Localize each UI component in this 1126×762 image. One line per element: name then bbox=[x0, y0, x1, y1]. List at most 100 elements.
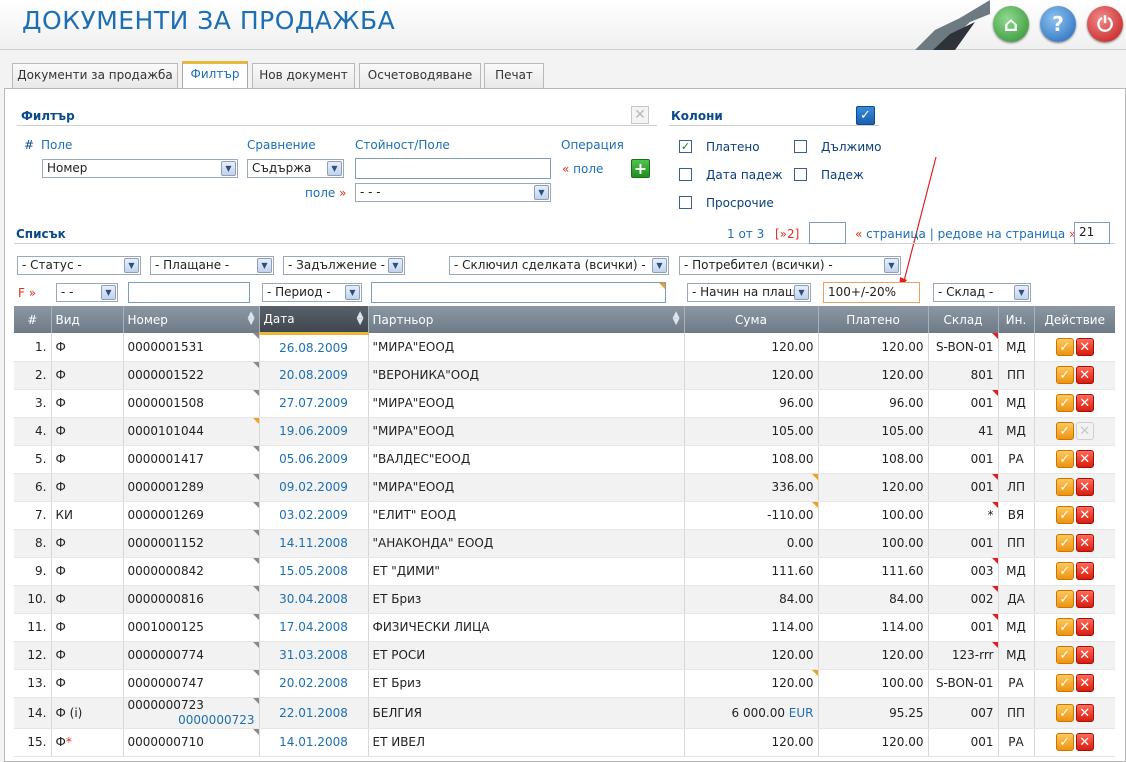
checkbox-maturity[interactable] bbox=[794, 168, 807, 181]
delete-x-icon[interactable]: ✕ bbox=[1075, 590, 1094, 608]
row-date[interactable]: 20.02.2008 bbox=[259, 669, 369, 698]
field-link-2[interactable]: поле » bbox=[305, 186, 346, 200]
table-row[interactable]: 3. Ф 0000001508 27.07.2009 "МИРА"ЕООД 96.00 96… bbox=[14, 389, 1115, 418]
page-number-input[interactable] bbox=[809, 222, 846, 244]
delete-x-icon[interactable]: ✕ bbox=[1075, 618, 1094, 636]
row-date[interactable]: 15.05.2008 bbox=[259, 557, 369, 586]
table-row[interactable]: 8. Ф 0000001152 14.11.2008 "АНАКОНДА" ЕООД 0.… bbox=[14, 529, 1115, 558]
delete-x-icon[interactable]: ✕ bbox=[1075, 337, 1094, 356]
row-number[interactable]: 0000001289 bbox=[123, 473, 260, 502]
row-number[interactable]: 0000001269 bbox=[123, 501, 260, 530]
table-row[interactable]: 10. Ф 0000000816 30.04.2008 ЕТ Бриз 84.00 84.0… bbox=[14, 585, 1115, 614]
liability-select[interactable]: - Задължение - ▼ bbox=[283, 256, 405, 275]
edit-check-icon[interactable]: ✓ bbox=[1055, 506, 1074, 524]
row-number[interactable]: 0000001508 bbox=[123, 389, 260, 418]
edit-check-icon[interactable]: ✓ bbox=[1055, 674, 1074, 692]
filter-second-select[interactable]: - - - ▼ bbox=[355, 183, 551, 202]
row-date[interactable]: 30.04.2008 bbox=[259, 585, 369, 614]
delete-x-icon[interactable]: ✕ bbox=[1075, 534, 1094, 552]
edit-check-icon[interactable]: ✓ bbox=[1055, 618, 1074, 636]
col-header-warehouse[interactable]: Склад bbox=[928, 306, 999, 333]
row-date[interactable]: 31.03.2008 bbox=[259, 641, 369, 670]
table-row[interactable]: 14. Ф (i) 0000000723 0000000723 22.01.2008 БЕ… bbox=[14, 697, 1115, 729]
filter-compare-select[interactable]: Съдържа ▼ bbox=[247, 159, 344, 178]
col-header-number[interactable]: Номер ▲ ▼ bbox=[123, 306, 260, 333]
filter-value-input[interactable] bbox=[355, 158, 551, 179]
table-row[interactable]: 2. Ф 0000001522 20.08.2009 "ВЕРОНИКА"ООД 120.… bbox=[14, 361, 1115, 390]
col-header-sum[interactable]: Сума bbox=[684, 306, 819, 333]
delete-x-icon[interactable]: ✕ bbox=[1075, 450, 1094, 468]
row-number[interactable]: 0000001417 bbox=[123, 445, 260, 474]
table-row[interactable]: 4. Ф 0000101044 19.06.2009 "МИРА"ЕООД 105.00 1… bbox=[14, 417, 1115, 446]
row-date[interactable]: 26.08.2009 bbox=[259, 333, 369, 362]
checkbox-overdue[interactable] bbox=[679, 196, 692, 209]
delete-x-icon[interactable]: ✕ bbox=[1075, 562, 1094, 580]
row-date[interactable]: 22.01.2008 bbox=[259, 697, 369, 729]
period-filter-select[interactable]: - Период - ▼ bbox=[262, 283, 362, 302]
row-date[interactable]: 03.02.2009 bbox=[259, 501, 369, 530]
filter-field-select[interactable]: Номер ▼ bbox=[42, 159, 238, 178]
table-row[interactable]: 12. Ф 0000000774 31.03.2008 ЕТ РОСИ 120.00 120… bbox=[14, 641, 1115, 670]
dealmaker-select[interactable]: - Сключил сделката (всички) - ▼ bbox=[449, 256, 669, 275]
row-number[interactable]: 0000000747 bbox=[123, 669, 260, 698]
checkbox-paid[interactable]: ✓ bbox=[679, 140, 692, 153]
help-button[interactable]: ? bbox=[1040, 6, 1076, 42]
tab-filter[interactable]: Филтър bbox=[182, 61, 248, 88]
row-date[interactable]: 09.02.2009 bbox=[259, 473, 369, 502]
row-number[interactable]: 0000000816 bbox=[123, 585, 260, 614]
rows-per-page-input[interactable]: 21 bbox=[1074, 222, 1110, 244]
row-date[interactable]: 14.01.2008 bbox=[259, 728, 369, 757]
delete-x-icon[interactable]: ✕ bbox=[1075, 646, 1094, 664]
row-number[interactable]: 0000001531 bbox=[123, 333, 260, 362]
delete-x-icon[interactable]: ✕ bbox=[1075, 366, 1094, 384]
delete-x-icon[interactable]: ✕ bbox=[1075, 506, 1094, 524]
row-number[interactable]: 0000000774 bbox=[123, 641, 260, 670]
table-row[interactable]: 9. Ф 0000000842 15.05.2008 ЕТ "ДИМИ" 111.60 11… bbox=[14, 557, 1115, 586]
col-header-date[interactable]: Дата ▲ ▼ bbox=[259, 306, 369, 335]
edit-check-icon[interactable]: ✓ bbox=[1055, 366, 1074, 384]
row-number[interactable]: 0000000723 0000000723 bbox=[123, 697, 260, 729]
vid-filter-select[interactable]: - - ▼ bbox=[56, 283, 118, 302]
row-date[interactable]: 27.07.2009 bbox=[259, 389, 369, 418]
col-header-partner[interactable]: Партньор ▲ ▼ bbox=[368, 306, 685, 333]
row-date[interactable]: 19.06.2009 bbox=[259, 417, 369, 446]
table-row[interactable]: 7. КИ 0000001269 03.02.2009 "ЕЛИТ" ЕООД -110.… bbox=[14, 501, 1115, 530]
warehouse-filter-select[interactable]: - Склад - ▼ bbox=[933, 283, 1031, 302]
edit-check-icon[interactable]: ✓ bbox=[1055, 733, 1074, 751]
power-button[interactable]: ⏻ bbox=[1087, 6, 1123, 42]
columns-apply-icon[interactable]: ✓ bbox=[856, 106, 875, 125]
table-row[interactable]: 15. Ф* 0000000710 14.01.2008 ЕТ ИВЕЛ 120.00 12… bbox=[14, 728, 1115, 757]
row-date[interactable]: 14.11.2008 bbox=[259, 529, 369, 558]
filter-close-icon[interactable]: ✕ bbox=[631, 106, 649, 124]
delete-x-icon[interactable]: ✕ bbox=[1075, 394, 1094, 412]
row-number[interactable]: 0000001152 bbox=[123, 529, 260, 558]
table-row[interactable]: 5. Ф 0000001417 05.06.2009 "ВАЛДЕС"ЕООД 108.0… bbox=[14, 445, 1115, 474]
edit-check-icon[interactable]: ✓ bbox=[1055, 337, 1074, 356]
field-link[interactable]: « поле bbox=[562, 162, 603, 176]
table-row[interactable]: 13. Ф 0000000747 20.02.2008 ЕТ Бриз 120.00 100… bbox=[14, 669, 1115, 698]
edit-check-icon[interactable]: ✓ bbox=[1055, 646, 1074, 664]
checkbox-due[interactable] bbox=[794, 140, 807, 153]
delete-x-icon[interactable]: ✕ bbox=[1075, 703, 1094, 722]
partner-filter-input[interactable] bbox=[371, 282, 666, 303]
table-row[interactable]: 6. Ф 0000001289 09.02.2009 "МИРА"ЕООД 336.00 1… bbox=[14, 473, 1115, 502]
row-date[interactable]: 17.04.2008 bbox=[259, 613, 369, 642]
edit-check-icon[interactable]: ✓ bbox=[1055, 590, 1074, 608]
payment-method-select[interactable]: - Начин на плащ ▼ bbox=[687, 283, 811, 302]
row-number[interactable]: 0000001522 bbox=[123, 361, 260, 390]
status-select[interactable]: - Статус - ▼ bbox=[17, 256, 141, 275]
row-number[interactable]: 0001000125 bbox=[123, 613, 260, 642]
edit-check-icon[interactable]: ✓ bbox=[1055, 562, 1074, 580]
table-row[interactable]: 11. Ф 0001000125 17.04.2008 ФИЗИЧЕСКИ ЛИЦА 11… bbox=[14, 613, 1115, 642]
row-number[interactable]: 0000000842 bbox=[123, 557, 260, 586]
delete-x-icon[interactable]: ✕ bbox=[1075, 478, 1094, 496]
edit-check-icon[interactable]: ✓ bbox=[1055, 534, 1074, 552]
home-button[interactable]: ⌂ bbox=[993, 6, 1029, 42]
row-date[interactable]: 20.08.2009 bbox=[259, 361, 369, 390]
prev-arrow[interactable]: « bbox=[855, 227, 862, 241]
table-row[interactable]: 1. Ф 0000001531 26.08.2009 "МИРА"ЕООД 120.00 1… bbox=[14, 333, 1115, 362]
col-header-paid[interactable]: Платено bbox=[818, 306, 929, 333]
edit-check-icon[interactable]: ✓ bbox=[1055, 394, 1074, 412]
tab-sales-documents[interactable]: Документи за продажба bbox=[12, 63, 178, 88]
checkbox-due-date[interactable] bbox=[679, 168, 692, 181]
